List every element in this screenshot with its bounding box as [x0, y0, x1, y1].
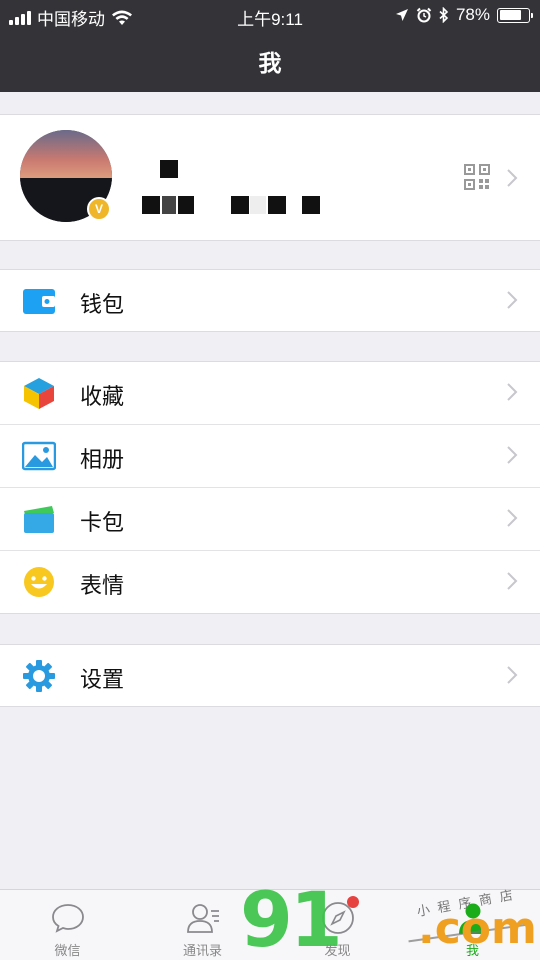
photo-album-icon	[22, 441, 56, 471]
menu-item-album[interactable]: 相册	[0, 425, 540, 487]
favorites-cube-icon	[24, 378, 54, 409]
tab-bar: 微信 通讯录 发现 我	[0, 889, 540, 960]
chevron-right-icon	[507, 169, 518, 187]
tab-label: 发现	[324, 943, 351, 958]
wallet-icon	[23, 289, 55, 314]
chevron-right-icon	[507, 509, 518, 527]
tab-label: 微信	[54, 943, 81, 958]
profile-card[interactable]	[0, 114, 540, 241]
menu-label: 设置	[80, 667, 125, 692]
card-wallet-icon	[24, 506, 54, 533]
redacted-id-block	[142, 196, 160, 214]
gear-icon	[23, 660, 55, 692]
chevron-right-icon	[507, 666, 518, 684]
redacted-id-block	[178, 196, 194, 214]
tab-discover[interactable]: 发现	[270, 890, 405, 960]
chat-bubble-icon	[52, 904, 84, 933]
tab-chats[interactable]: 微信	[0, 890, 135, 960]
smiley-face-icon	[24, 567, 54, 597]
wallet-group: 钱包	[0, 269, 540, 332]
chevron-right-icon	[507, 572, 518, 590]
menu-item-wallet[interactable]: 钱包	[0, 270, 540, 332]
person-icon	[459, 903, 487, 934]
contacts-icon	[187, 904, 219, 933]
menu-label: 表情	[80, 573, 125, 598]
bluetooth-icon	[439, 7, 449, 23]
tab-label: 通讯录	[182, 943, 222, 958]
menu-item-favorites[interactable]: 收藏	[0, 362, 540, 424]
page-title: 我	[258, 50, 282, 76]
redacted-name-block	[160, 160, 178, 178]
alarm-clock-icon	[416, 7, 432, 23]
battery-icon	[497, 7, 533, 23]
location-arrow-icon	[395, 9, 408, 21]
collections-group: 收藏 相册 卡包 表情	[0, 361, 540, 614]
redacted-id-block	[250, 196, 266, 214]
redacted-id-block	[268, 196, 286, 214]
redacted-id-block	[162, 196, 176, 214]
chevron-right-icon	[507, 383, 518, 401]
menu-label: 相册	[80, 447, 125, 472]
verified-badge: V	[87, 197, 111, 221]
battery-level-fill	[499, 10, 522, 20]
menu-label: 收藏	[80, 384, 125, 409]
top-bar: 中国移动 上午9:11 78% 我	[0, 0, 540, 92]
status-bar: 中国移动 上午9:11 78%	[0, 0, 540, 30]
menu-item-settings[interactable]: 设置	[0, 645, 540, 707]
tab-me[interactable]: 我	[405, 890, 540, 960]
tab-label: 我	[465, 943, 479, 958]
menu-label: 钱包	[80, 292, 125, 317]
status-right: 78%	[395, 5, 533, 25]
battery-percent: 78%	[455, 5, 490, 24]
settings-group: 设置	[0, 644, 540, 707]
chevron-right-icon	[507, 446, 518, 464]
notification-dot	[347, 896, 359, 908]
tab-contacts[interactable]: 通讯录	[135, 890, 270, 960]
qr-code-icon[interactable]	[464, 164, 490, 190]
avatar-sky	[20, 130, 112, 180]
redacted-id-block	[302, 196, 320, 214]
menu-item-stickers[interactable]: 表情	[0, 551, 540, 613]
menu-item-cards[interactable]: 卡包	[0, 488, 540, 550]
redacted-id-block	[231, 196, 249, 214]
chevron-right-icon	[507, 291, 518, 309]
menu-label: 卡包	[80, 510, 125, 535]
